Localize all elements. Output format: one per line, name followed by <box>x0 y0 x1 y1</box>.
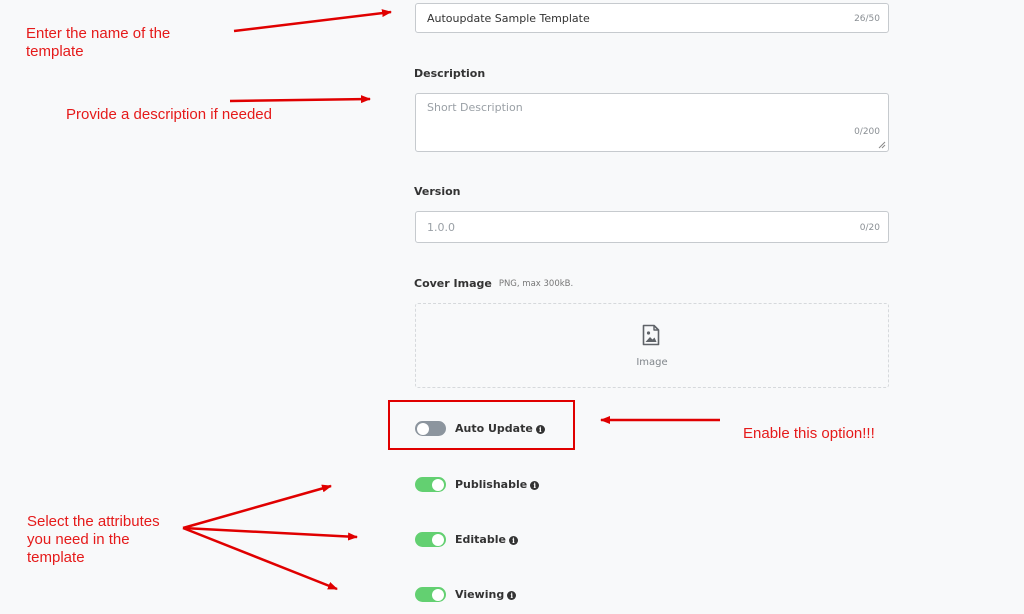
toggle-knob <box>432 533 444 546</box>
toggle-knob <box>432 588 444 601</box>
image-icon <box>642 324 660 346</box>
description-textarea[interactable]: Short Description 0/200 <box>415 93 889 152</box>
version-input[interactable]: 1.0.0 0/20 <box>415 211 889 243</box>
viewing-label: Viewing <box>455 588 505 601</box>
arrow-to-description <box>229 95 371 104</box>
info-icon[interactable]: i <box>507 591 517 600</box>
editable-toggle[interactable] <box>415 532 446 547</box>
annotation-attributes-note-line-2: you need in the <box>27 531 130 548</box>
template-name-value: Autoupdate Sample Template <box>427 12 590 25</box>
annotation-name-note-line-1: Enter the name of the <box>26 25 171 42</box>
cover-image-label: Cover Image PNG, max 300kB. <box>414 277 573 290</box>
arrow-to-publishable <box>182 484 332 530</box>
annotation-auto-update-note: Enable this option!!! <box>743 425 875 442</box>
toggle-label-viewing: Viewing i <box>455 588 517 601</box>
publishable-toggle[interactable] <box>415 477 446 492</box>
cover-image-hint: PNG, max 300kB. <box>498 279 574 289</box>
toggle-label-publishable: Publishable i <box>455 478 540 491</box>
cover-image-label-text: Cover Image <box>414 277 492 290</box>
editable-label: Editable <box>455 533 506 546</box>
cover-image-dropzone[interactable]: Image <box>415 303 889 388</box>
version-placeholder: 1.0.0 <box>427 221 455 234</box>
annotation-attributes-note-line-3: template <box>27 549 85 566</box>
annotation-attributes-note-line-1: Select the attributes <box>27 513 160 530</box>
version-label: Version <box>414 185 461 198</box>
annotation-description-note: Provide a description if needed <box>66 106 272 123</box>
template-name-input[interactable]: Autoupdate Sample Template 26/50 <box>415 3 889 33</box>
publishable-label: Publishable <box>455 478 528 491</box>
toggle-label-editable: Editable i <box>455 533 518 546</box>
description-counter: 0/200 <box>854 127 880 137</box>
toggle-knob <box>432 478 444 491</box>
annotation-name-note: Enter the name of the template <box>26 25 170 61</box>
info-icon[interactable]: i <box>530 481 540 490</box>
image-caption: Image <box>636 357 668 368</box>
info-icon[interactable]: i <box>508 536 518 545</box>
auto-update-highlight-box <box>388 400 575 450</box>
arrow-to-editable <box>182 526 358 541</box>
template-name-counter: 26/50 <box>854 14 880 24</box>
arrow-to-name-input <box>233 9 392 33</box>
annotation-name-note-line-2: template <box>26 43 84 60</box>
description-placeholder: Short Description <box>427 101 523 114</box>
viewing-toggle[interactable] <box>415 587 446 602</box>
resize-grip-icon[interactable] <box>878 141 886 149</box>
arrow-to-viewing <box>182 526 338 591</box>
annotation-attributes-note: Select the attributes you need in the te… <box>27 513 160 567</box>
description-label: Description <box>414 67 486 80</box>
version-counter: 0/20 <box>859 223 880 233</box>
